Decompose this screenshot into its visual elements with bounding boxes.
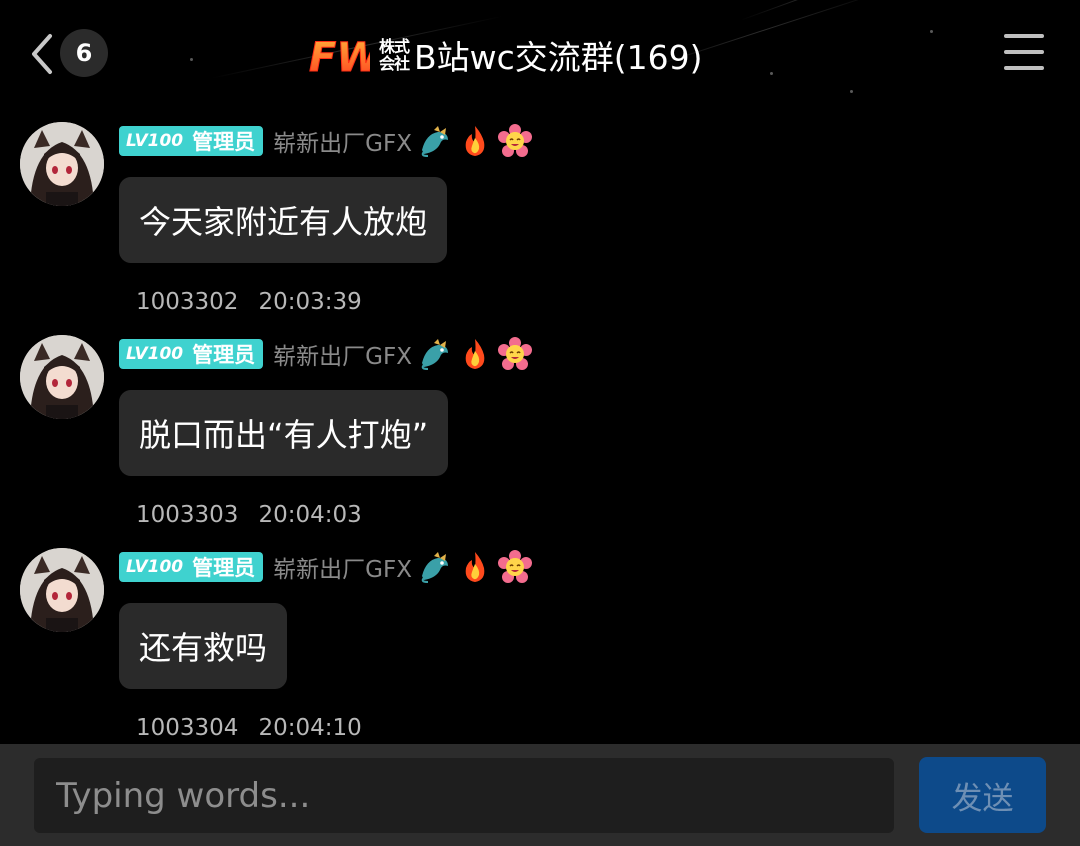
message-item: LV100 管理员 崭新出厂GFX 今天家附近有人放炮 1003302 20:0… (0, 122, 1080, 322)
message-bubble[interactable]: 今天家附近有人放炮 (119, 177, 448, 263)
admin-level-badge: LV100 管理员 (119, 126, 264, 156)
message-item: LV100 管理员 崭新出厂GFX 脱口而出“有人打炮” 1003303 20:… (0, 335, 1080, 535)
message-input[interactable] (34, 758, 894, 833)
sender-nickname[interactable]: 崭新出厂GFX (273, 337, 412, 371)
avatar[interactable] (20, 548, 104, 632)
group-logo: FW (309, 35, 371, 80)
message-id: 1003302 (136, 289, 239, 315)
corp-label: 株式 会社 (378, 37, 410, 73)
send-button[interactable]: 发送 (919, 757, 1046, 833)
avatar[interactable] (20, 122, 104, 206)
message-input-bar: 发送 (0, 744, 1080, 846)
svg-text:FW: FW (309, 35, 370, 79)
fire-icon (465, 339, 485, 369)
flower-icon (497, 124, 532, 157)
message-info: 1003304 20:04:10 (136, 715, 362, 741)
flower-icon (497, 550, 532, 583)
admin-level-badge: LV100 管理员 (119, 552, 264, 582)
message-time: 20:03:39 (258, 289, 362, 315)
message-time: 20:04:10 (258, 715, 362, 741)
menu-button[interactable] (1004, 34, 1044, 70)
fire-icon (465, 552, 485, 582)
group-title-bar: FW 株式 会社 B站wc交流群(169) (308, 30, 703, 80)
group-name: B站wc交流群(169) (414, 38, 703, 77)
message-time: 20:04:03 (258, 502, 362, 528)
unread-count-badge: 6 (60, 29, 108, 77)
sender-nickname[interactable]: 崭新出厂GFX (273, 550, 412, 584)
fire-icon (465, 126, 485, 156)
message-bubble[interactable]: 还有救吗 (119, 603, 288, 689)
message-info: 1003303 20:04:03 (136, 502, 362, 528)
message-id: 1003304 (136, 715, 239, 741)
message-info: 1003302 20:03:39 (136, 289, 362, 315)
admin-level-badge: LV100 管理员 (119, 339, 264, 369)
menu-icon (1004, 34, 1044, 38)
dragon-icon (421, 126, 448, 157)
message-meta: LV100 管理员 崭新出厂GFX (119, 124, 532, 158)
chat-header: 6 FW 株式 会社 B站wc交流群(169) (0, 0, 1080, 108)
dragon-icon (421, 552, 448, 583)
flower-icon (497, 337, 532, 370)
message-id: 1003303 (136, 502, 239, 528)
message-meta: LV100 管理员 崭新出厂GFX (119, 550, 532, 584)
message-item: LV100 管理员 崭新出厂GFX 还有救吗 1003304 20:04:10 (0, 548, 1080, 748)
sender-nickname[interactable]: 崭新出厂GFX (273, 124, 412, 158)
dragon-icon (421, 339, 448, 370)
message-meta: LV100 管理员 崭新出厂GFX (119, 337, 532, 371)
message-bubble[interactable]: 脱口而出“有人打炮” (119, 390, 449, 476)
avatar[interactable] (20, 335, 104, 419)
